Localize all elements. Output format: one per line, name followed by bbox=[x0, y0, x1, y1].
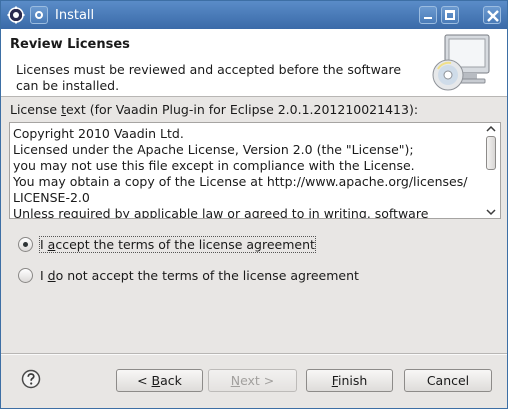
scroll-down-icon[interactable] bbox=[486, 208, 496, 216]
license-line: Licensed under the Apache License, Versi… bbox=[13, 142, 414, 157]
minimize-icon[interactable] bbox=[419, 6, 437, 24]
title-bar[interactable]: Install bbox=[1, 1, 507, 29]
window-title: Install bbox=[55, 8, 95, 23]
accept-radio-label[interactable]: I accept the terms of the license agreem… bbox=[39, 235, 316, 253]
decline-radio-label[interactable]: I do not accept the terms of the license… bbox=[40, 268, 359, 283]
decline-radio[interactable] bbox=[18, 267, 33, 283]
accept-license-option[interactable]: I accept the terms of the license agreem… bbox=[18, 235, 316, 253]
header-banner: Review Licenses Licenses must be reviewe… bbox=[1, 29, 507, 97]
license-line: you may not use this file except in comp… bbox=[13, 158, 415, 173]
license-label: License text (for Vaadin Plug-in for Ecl… bbox=[10, 102, 419, 117]
license-text-area[interactable]: Copyright 2010 Vaadin Ltd. Licensed unde… bbox=[9, 122, 501, 219]
page-title: Review Licenses bbox=[10, 37, 130, 52]
install-dialog: Install Review Licenses Licenses must be… bbox=[0, 0, 508, 409]
accept-radio[interactable] bbox=[18, 236, 33, 252]
help-icon[interactable] bbox=[21, 369, 41, 389]
close-icon[interactable] bbox=[483, 6, 501, 24]
window-menu-icon[interactable] bbox=[30, 6, 48, 24]
scroll-up-icon[interactable] bbox=[486, 125, 496, 133]
finish-button[interactable]: Finish bbox=[306, 369, 393, 392]
cd-monitor-icon bbox=[432, 34, 490, 91]
license-line: LICENSE-2.0 bbox=[13, 190, 90, 205]
license-line: Copyright 2010 Vaadin Ltd. bbox=[13, 126, 184, 141]
page-description: Licenses must be reviewed and accepted b… bbox=[16, 62, 402, 93]
back-button[interactable]: < Back bbox=[116, 369, 203, 392]
maximize-icon[interactable] bbox=[441, 6, 459, 24]
scrollbar-thumb[interactable] bbox=[486, 136, 496, 170]
license-scrollbar[interactable] bbox=[483, 123, 500, 218]
decline-license-option[interactable]: I do not accept the terms of the license… bbox=[18, 266, 359, 284]
eclipse-gear-icon[interactable] bbox=[7, 6, 25, 24]
footer-separator bbox=[1, 353, 507, 355]
license-text: Copyright 2010 Vaadin Ltd. Licensed unde… bbox=[13, 126, 483, 219]
license-line: Unless required by applicable law or agr… bbox=[13, 206, 429, 219]
license-line: You may obtain a copy of the License at … bbox=[13, 174, 468, 189]
cancel-button[interactable]: Cancel bbox=[404, 369, 492, 392]
next-button[interactable]: Next > bbox=[208, 369, 297, 392]
